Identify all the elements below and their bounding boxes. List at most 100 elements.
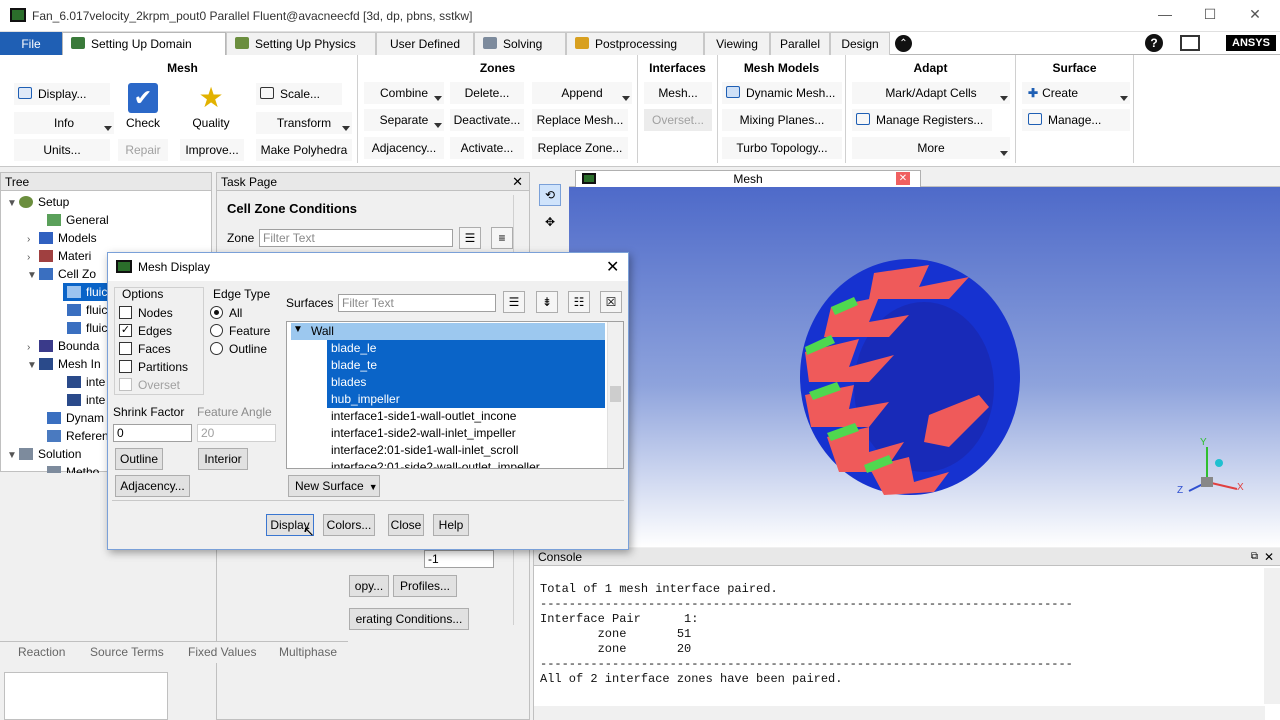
- tree-item-general[interactable]: General: [47, 211, 109, 229]
- interior-button[interactable]: Interior: [198, 448, 248, 470]
- colors-button[interactable]: Colors...: [323, 514, 375, 536]
- surface-list-item[interactable]: interface2:01-side2-wall-outlet_impeller: [327, 459, 605, 468]
- replace-zone-button[interactable]: Replace Zone...: [532, 137, 628, 159]
- surface-list-item[interactable]: interface2:01-side1-wall-inlet_scroll: [327, 442, 605, 459]
- nodes-checkbox[interactable]: [119, 306, 132, 319]
- zones-append-button[interactable]: Append: [532, 82, 632, 104]
- filter-options-icon[interactable]: ☰: [459, 227, 481, 249]
- copy-button[interactable]: opy...: [349, 575, 389, 597]
- make-polyhedra-button[interactable]: Make Polyhedra: [256, 139, 352, 161]
- zones-combine-button[interactable]: Combine: [364, 82, 444, 104]
- mesh-transform-button[interactable]: Transform: [256, 112, 352, 134]
- tab-reaction[interactable]: Reaction: [18, 645, 65, 659]
- close-tab-icon[interactable]: ✕: [896, 172, 910, 185]
- close-icon[interactable]: ✕: [1264, 548, 1274, 566]
- collapse-icon[interactable]: ▼: [27, 267, 39, 285]
- deselect-all-icon[interactable]: ☒: [600, 291, 622, 313]
- tab-multiphase[interactable]: Multiphase: [279, 645, 337, 659]
- tree-item-interface-2[interactable]: inte: [67, 391, 105, 409]
- replace-mesh-button[interactable]: Replace Mesh...: [532, 109, 628, 131]
- tab-setting-up-domain[interactable]: Setting Up Domain: [62, 32, 226, 55]
- zones-adjacency-button[interactable]: Adjacency...: [364, 137, 444, 159]
- mesh-repair-button[interactable]: Repair: [118, 139, 168, 161]
- close-icon[interactable]: ✕: [512, 173, 523, 191]
- graphics-viewport[interactable]: Y X Z: [569, 187, 1280, 547]
- tab-design[interactable]: Design: [830, 32, 890, 55]
- partitions-checkbox[interactable]: [119, 360, 132, 373]
- help-icon[interactable]: ?: [1145, 34, 1163, 52]
- minimize-button[interactable]: —: [1150, 6, 1180, 26]
- rotate-icon[interactable]: ⟲: [539, 184, 561, 206]
- mesh-check-button[interactable]: ✔ Check: [120, 83, 166, 135]
- surface-list-item[interactable]: hub_impeller: [327, 391, 605, 408]
- surface-create-button[interactable]: ✚ Create: [1022, 82, 1130, 104]
- close-button[interactable]: Close: [388, 514, 424, 536]
- surface-list-item[interactable]: interface1-side2-wall-inlet_impeller: [327, 425, 605, 442]
- filter-match-icon[interactable]: ☰: [503, 291, 525, 313]
- tree-item-cell-zones[interactable]: ▼ Cell Zo: [27, 265, 96, 283]
- operating-conditions-button[interactable]: erating Conditions...: [349, 608, 469, 630]
- console-h-scrollbar[interactable]: [534, 706, 1265, 720]
- tab-mesh-view[interactable]: Mesh ✕: [575, 170, 921, 187]
- zones-activate-button[interactable]: Activate...: [450, 137, 524, 159]
- mesh-improve-button[interactable]: Improve...: [180, 139, 244, 161]
- zones-separate-button[interactable]: Separate: [364, 109, 444, 131]
- tree-item-dynamic-mesh[interactable]: Dynam: [47, 409, 104, 427]
- edge-outline-radio[interactable]: [210, 342, 223, 355]
- collapse-icon[interactable]: ▼: [293, 324, 303, 335]
- faces-checkbox[interactable]: [119, 342, 132, 355]
- shrink-factor-input[interactable]: 0: [113, 424, 192, 442]
- help-button[interactable]: Help: [433, 514, 469, 536]
- tab-user-defined[interactable]: User Defined: [376, 32, 474, 55]
- tree-item-fluid-2[interactable]: fluic: [67, 301, 107, 319]
- tree-item-methods[interactable]: Metho: [47, 463, 99, 473]
- surface-list-item[interactable]: blade_le: [327, 340, 605, 357]
- tab-solving[interactable]: Solving: [474, 32, 566, 55]
- dynamic-mesh-button[interactable]: Dynamic Mesh...: [722, 82, 842, 104]
- zone-list-box[interactable]: [4, 672, 168, 720]
- maximize-button[interactable]: ☐: [1195, 6, 1225, 26]
- surface-list-item[interactable]: blades: [327, 374, 605, 391]
- tree-item-reference-values[interactable]: Referen: [47, 427, 109, 445]
- mesh-units-button[interactable]: Units...: [14, 139, 110, 161]
- edge-feature-radio[interactable]: [210, 324, 223, 337]
- select-all-icon[interactable]: ☷: [568, 291, 590, 313]
- id-field[interactable]: -1: [424, 550, 494, 568]
- adapt-more-button[interactable]: More: [852, 137, 1010, 159]
- edges-checkbox[interactable]: ✓: [119, 324, 132, 337]
- surfaces-list[interactable]: ▼ Wall blade_le blade_te blades hub_impelle…: [286, 321, 624, 469]
- dialog-close-icon[interactable]: ✕: [606, 257, 619, 277]
- console-scrollbar[interactable]: [1264, 568, 1280, 704]
- manage-registers-button[interactable]: Manage Registers...: [852, 109, 992, 131]
- edge-all-radio[interactable]: [210, 306, 223, 319]
- profiles-button[interactable]: Profiles...: [393, 575, 457, 597]
- interfaces-mesh-button[interactable]: Mesh...: [644, 82, 712, 104]
- interfaces-overset-button[interactable]: Overset...: [644, 109, 712, 131]
- zone-filter-input[interactable]: Filter Text: [259, 229, 453, 247]
- zones-deactivate-button[interactable]: Deactivate...: [450, 109, 524, 131]
- surface-list-item[interactable]: interface1-side1-wall-outlet_incone: [327, 408, 605, 425]
- tab-parallel[interactable]: Parallel: [770, 32, 830, 55]
- filter-type-icon[interactable]: ⇟: [536, 291, 558, 313]
- surfaces-filter-input[interactable]: Filter Text: [338, 294, 496, 312]
- pan-icon[interactable]: ✥: [539, 212, 561, 234]
- tree-item-models[interactable]: › Models: [27, 229, 97, 247]
- collapse-icon[interactable]: ▼: [7, 447, 19, 465]
- tree-item-mesh-interfaces[interactable]: ▼ Mesh In: [27, 355, 101, 373]
- tab-fixed-values[interactable]: Fixed Values: [188, 645, 256, 659]
- turbo-topology-button[interactable]: Turbo Topology...: [722, 137, 842, 159]
- mesh-scale-button[interactable]: Scale...: [256, 83, 342, 105]
- tree-item-interface-1[interactable]: inte: [67, 373, 105, 391]
- mesh-quality-button[interactable]: ★ Quality: [186, 83, 236, 135]
- restore-icon[interactable]: ⧉: [1251, 548, 1258, 566]
- adjacency-button[interactable]: Adjacency...: [115, 475, 190, 497]
- mesh-info-button[interactable]: Info: [14, 112, 114, 134]
- tab-file[interactable]: File: [0, 32, 62, 55]
- layout-icon[interactable]: [1180, 35, 1200, 51]
- tree-item-setup[interactable]: ▼ Setup: [7, 193, 69, 211]
- collapse-icon[interactable]: ▼: [7, 195, 19, 213]
- outline-button[interactable]: Outline: [115, 448, 163, 470]
- tree-item-materials[interactable]: › Materi: [27, 247, 91, 265]
- tab-setting-up-physics[interactable]: Setting Up Physics: [226, 32, 376, 55]
- surface-manage-button[interactable]: Manage...: [1022, 109, 1130, 131]
